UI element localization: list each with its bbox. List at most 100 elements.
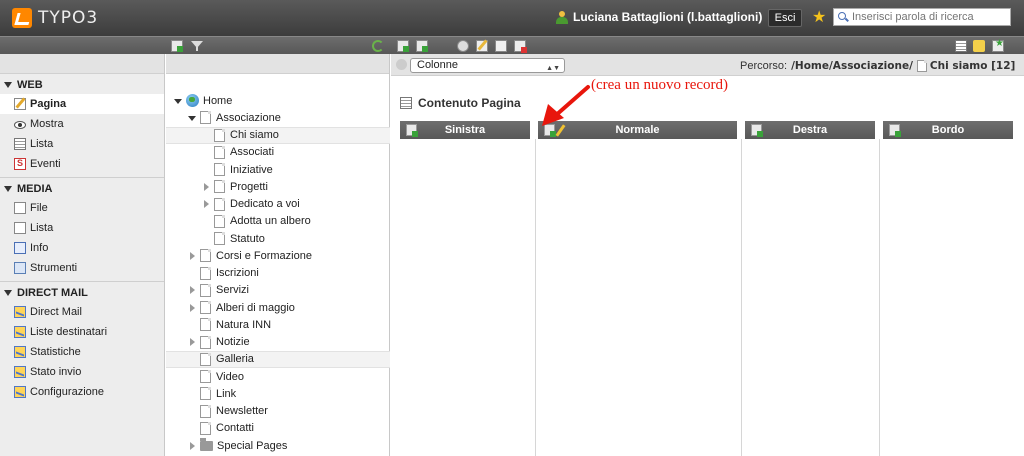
module-item-pagina[interactable]: Pagina: [0, 94, 164, 114]
page-icon[interactable]: [200, 249, 211, 263]
tree-node-alberi-di-maggio[interactable]: Alberi di maggio: [166, 299, 390, 316]
tree-node-label[interactable]: Alberi di maggio: [216, 302, 295, 314]
tree-node-dedicato-a-voi[interactable]: Dedicato a voi: [166, 196, 390, 213]
expand-icon[interactable]: [188, 251, 196, 260]
page-icon[interactable]: [200, 352, 211, 366]
view-page-icon[interactable]: [457, 40, 469, 52]
bookmarks-star-icon[interactable]: ★: [812, 7, 826, 27]
new-record-icon[interactable]: [889, 124, 901, 137]
tree-node-contatti[interactable]: Contatti: [166, 420, 390, 437]
tree-node-special-pages[interactable]: Special Pages: [166, 437, 390, 454]
tree-node-iscrizioni[interactable]: Iscrizioni: [166, 265, 390, 282]
module-item-stato-invio[interactable]: Stato invio: [0, 362, 164, 382]
expand-icon[interactable]: [202, 182, 210, 191]
tree-node-statuto[interactable]: Statuto: [166, 230, 390, 247]
new-record-icon[interactable]: [397, 40, 409, 52]
page-icon[interactable]: [200, 387, 211, 401]
page-icon[interactable]: [200, 318, 211, 332]
tree-node-progetti[interactable]: Progetti: [166, 178, 390, 195]
tree-node-label[interactable]: Corsi e Formazione: [216, 250, 312, 262]
tree-node-label[interactable]: Chi siamo: [230, 129, 279, 141]
folder-icon[interactable]: [200, 437, 213, 451]
collapse-icon[interactable]: [188, 114, 196, 122]
section-direct-mail[interactable]: DIRECT MAIL: [0, 284, 164, 302]
page-icon[interactable]: [214, 197, 225, 211]
module-item-statistiche[interactable]: Statistiche: [0, 342, 164, 362]
tree-node-label[interactable]: Link: [216, 388, 236, 400]
expand-icon[interactable]: [188, 303, 196, 312]
tree-node-adotta-un-albero[interactable]: Adotta un albero: [166, 213, 390, 230]
tree-node-home[interactable]: Home: [166, 92, 390, 109]
tree-node-label[interactable]: Iniziative: [230, 164, 273, 176]
logout-button[interactable]: Esci: [768, 9, 802, 27]
page-icon[interactable]: [200, 421, 211, 435]
page-icon[interactable]: [214, 180, 225, 194]
tree-node-label[interactable]: Natura INN: [216, 319, 271, 331]
tree-node-link[interactable]: Link: [166, 385, 390, 402]
module-item-configurazione[interactable]: Configurazione: [0, 382, 164, 402]
module-item-lista[interactable]: Lista: [0, 134, 164, 154]
new-record-icon[interactable]: [751, 124, 763, 137]
expand-icon[interactable]: [188, 338, 196, 346]
page-icon[interactable]: [200, 111, 211, 125]
tree-node-servizi[interactable]: Servizi: [166, 282, 390, 299]
collapse-icon[interactable]: [174, 97, 182, 105]
page-icon[interactable]: [214, 232, 225, 245]
tree-node-notizie[interactable]: Notizie: [166, 334, 390, 351]
module-item-info[interactable]: Info: [0, 238, 164, 258]
tree-node-newsletter[interactable]: Newsletter: [166, 403, 390, 420]
module-item-direct-mail[interactable]: Direct Mail: [0, 302, 164, 322]
tree-node-video[interactable]: Video: [166, 368, 390, 385]
new-record-icon[interactable]: [406, 124, 418, 137]
tree-node-label[interactable]: Special Pages: [217, 440, 287, 452]
list-view-icon[interactable]: [495, 40, 507, 52]
tree-node-label[interactable]: Home: [203, 95, 232, 107]
search-box[interactable]: [833, 8, 1011, 26]
section-web[interactable]: WEB: [0, 76, 164, 94]
tree-node-label[interactable]: Newsletter: [216, 405, 268, 417]
tree-node-label[interactable]: Notizie: [216, 336, 250, 348]
tree-node-galleria[interactable]: Galleria: [166, 350, 390, 368]
delete-page-icon[interactable]: [514, 40, 527, 53]
tree-node-label[interactable]: Video: [216, 371, 244, 383]
tree-node-label[interactable]: Associazione: [216, 112, 281, 124]
page-icon[interactable]: [200, 283, 211, 297]
tree-node-label[interactable]: Associati: [230, 146, 274, 158]
expand-icon[interactable]: [188, 286, 196, 295]
module-item-eventi[interactable]: Eventi: [0, 154, 164, 174]
tree-node-label[interactable]: Servizi: [216, 284, 249, 296]
page-icon[interactable]: [200, 370, 211, 383]
tree-node-label[interactable]: Dedicato a voi: [230, 198, 300, 210]
edit-page-icon[interactable]: [476, 40, 488, 52]
tree-node-label[interactable]: Iscrizioni: [216, 267, 259, 279]
user-info[interactable]: Luciana Battaglioni (l.battaglioni): [556, 10, 762, 24]
page-icon[interactable]: [214, 128, 225, 142]
tree-node-corsi-e-formazione[interactable]: Corsi e Formazione: [166, 247, 390, 264]
expand-icon[interactable]: [188, 441, 196, 450]
page-icon[interactable]: [214, 214, 225, 228]
tree-node-label[interactable]: Galleria: [216, 353, 254, 365]
expand-icon[interactable]: [202, 200, 210, 208]
section-media[interactable]: MEDIA: [0, 180, 164, 198]
back-icon[interactable]: [396, 59, 407, 70]
help-icon[interactable]: [973, 40, 985, 52]
module-item-mostra[interactable]: Mostra: [0, 114, 164, 134]
tree-node-associazione[interactable]: Associazione: [166, 109, 390, 126]
tree-node-label[interactable]: Progetti: [230, 181, 268, 193]
page-icon[interactable]: [214, 145, 225, 159]
tree-node-label[interactable]: Adotta un albero: [230, 215, 311, 227]
page-icon[interactable]: [214, 163, 225, 176]
module-item-file[interactable]: File: [0, 198, 164, 218]
tree-node-label[interactable]: Contatti: [216, 422, 254, 434]
new-content-icon[interactable]: [416, 40, 428, 52]
globe-icon[interactable]: [186, 94, 199, 107]
tree-node-iniziative[interactable]: Iniziative: [166, 161, 390, 178]
table-icon[interactable]: [955, 40, 967, 52]
tree-node-natura-inn[interactable]: Natura INN: [166, 316, 390, 333]
page-icon[interactable]: [200, 301, 211, 314]
new-page-icon[interactable]: [171, 40, 183, 52]
search-input[interactable]: [852, 11, 1007, 23]
tree-node-chi-siamo[interactable]: Chi siamo: [166, 126, 390, 144]
breadcrumb-path[interactable]: /Home/Associazione/: [791, 60, 913, 72]
view-mode-select[interactable]: Colonne ▲▼: [410, 58, 565, 73]
